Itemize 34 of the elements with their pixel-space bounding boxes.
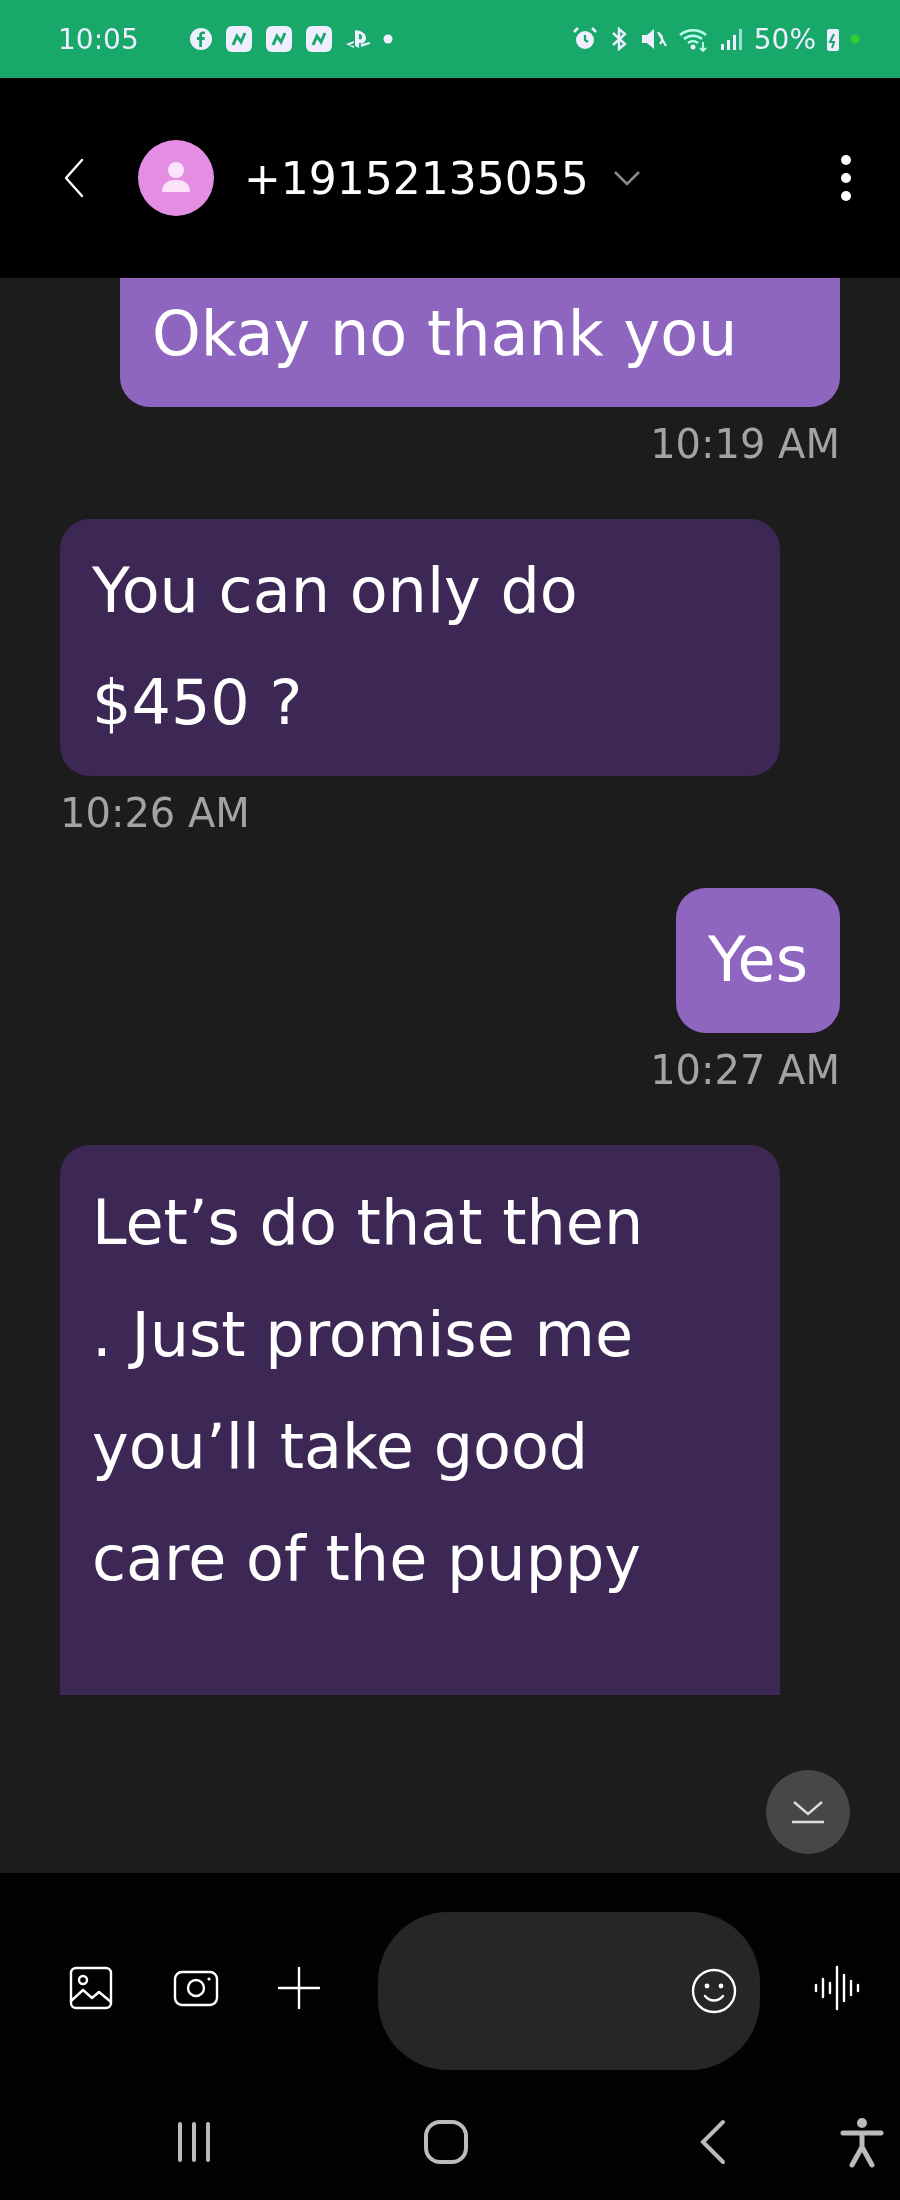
back-button[interactable] [62,156,86,200]
emoji-icon[interactable] [690,1967,738,2015]
app-notification-icon [304,25,333,53]
sent-message: Okay no thank you [120,278,840,407]
mute-icon [639,26,668,52]
received-message: You can only do $450 ? [60,519,780,776]
contact-name[interactable]: +19152135055 [244,152,589,204]
plus-icon[interactable] [276,1965,322,2011]
dot-icon [850,34,860,44]
message-time: 10:27 AM [650,1047,840,1093]
accessibility-icon[interactable] [840,2115,884,2168]
back-icon [62,156,86,200]
sent-message: Yes [675,888,840,1033]
facebook-icon [188,27,213,51]
message-time: 10:26 AM [60,790,250,836]
wifi-icon [677,26,710,52]
gallery-icon[interactable] [68,1965,114,2011]
signal-icon [719,27,744,51]
message-time: 10:19 AM [650,421,840,467]
received-message: Let’s do that then . Just promise me you’ll take good care of the puppy [60,1145,780,1695]
battery-charging-icon [826,26,840,52]
chevron-down-icon[interactable] [612,170,641,186]
arrow-down-icon [790,1800,826,1824]
status-time: 10:05 [58,22,139,56]
voice-icon[interactable] [812,1963,862,2013]
alarm-icon [571,26,598,52]
game-controller-icon [344,28,371,50]
app-notification-icon [224,25,253,53]
home-icon[interactable] [422,2117,470,2166]
battery-percent: 50% [753,22,816,56]
app-notification-icon [264,25,293,53]
dot-icon [382,34,393,44]
more-options-icon[interactable] [840,154,852,202]
contact-avatar[interactable] [138,140,214,216]
